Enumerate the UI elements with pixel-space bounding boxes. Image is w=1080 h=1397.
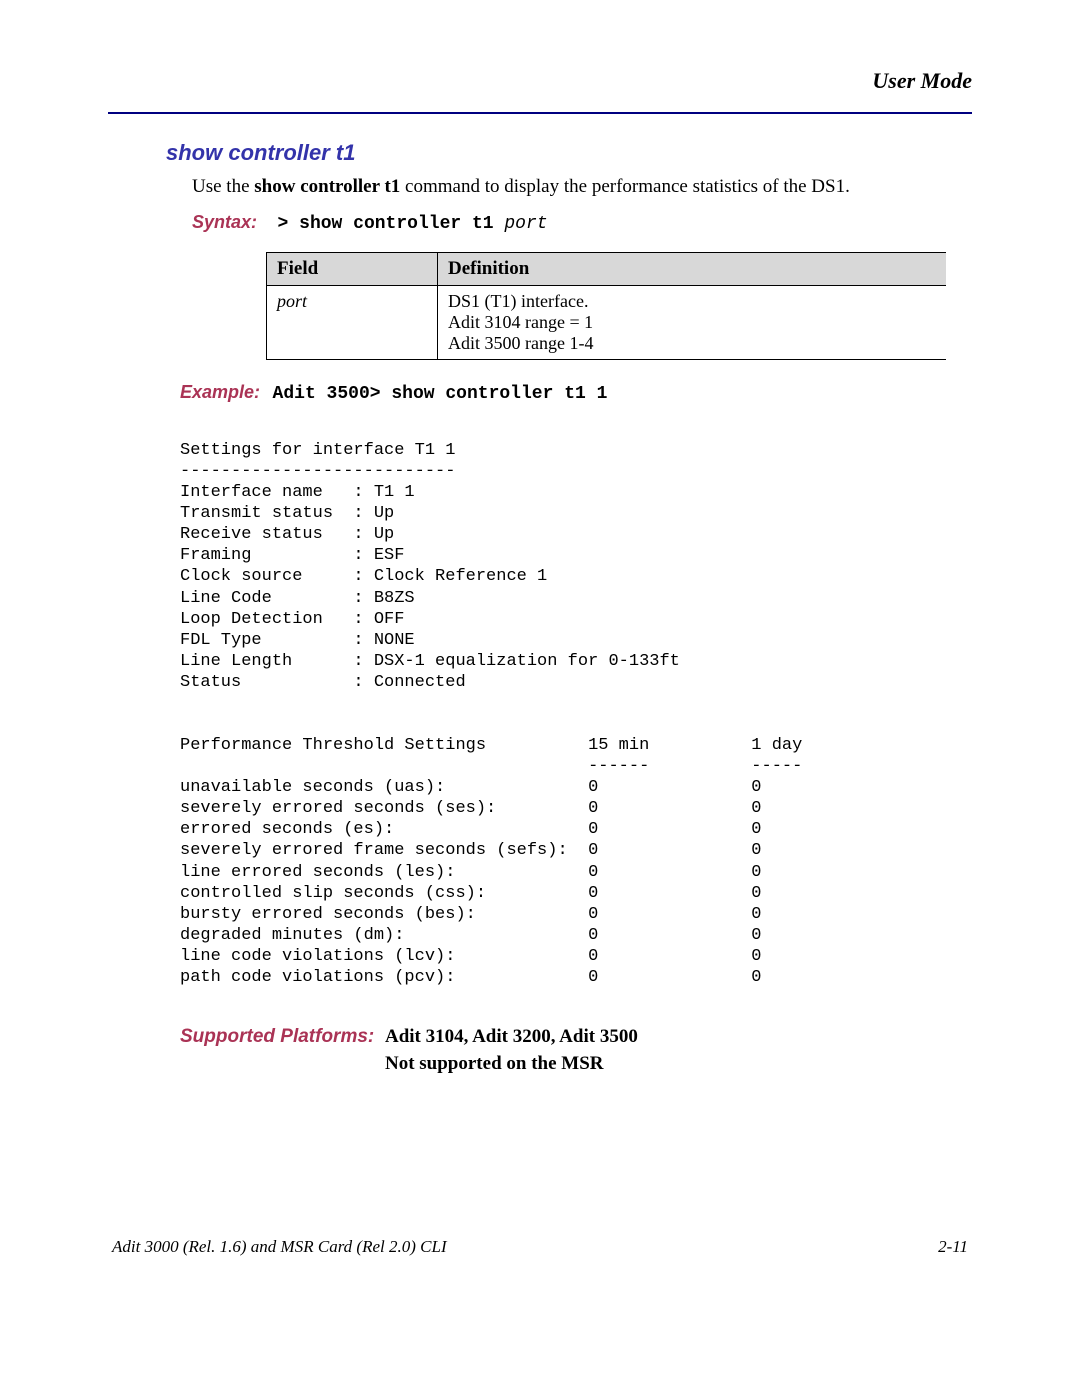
supported-platforms: Supported Platforms: Adit 3104, Adit 320… <box>180 1024 972 1077</box>
example-row: Example: Adit 3500> show controller t1 1 <box>180 382 972 404</box>
syntax-prompt: > <box>278 214 300 234</box>
supported-line2: Not supported on the MSR <box>385 1053 604 1074</box>
param-table: Field Definition port DS1 (T1) interface… <box>266 252 946 360</box>
footer: Adit 3000 (Rel. 1.6) and MSR Card (Rel 2… <box>108 1237 972 1257</box>
content: show controller t1 Use the show controll… <box>166 140 972 1077</box>
param-field: port <box>267 286 438 360</box>
footer-right: 2-11 <box>938 1237 968 1257</box>
command-title: show controller t1 <box>166 140 972 166</box>
cli-output: Settings for interface T1 1 ------------… <box>180 440 972 988</box>
page: User Mode show controller t1 Use the sho… <box>0 0 1080 1297</box>
param-header-field: Field <box>267 253 438 286</box>
param-definition: DS1 (T1) interface. Adit 3104 range = 1 … <box>438 286 947 360</box>
def-line: DS1 (T1) interface. <box>448 291 588 311</box>
intro-prefix: Use the <box>192 176 254 197</box>
def-line: Adit 3104 range = 1 <box>448 312 593 332</box>
param-header-definition: Definition <box>438 253 947 286</box>
def-line: Adit 3500 range 1-4 <box>448 333 593 353</box>
example-text: Adit 3500> show controller t1 1 <box>273 384 608 404</box>
header-rule <box>108 112 972 114</box>
intro-suffix: command to display the performance stati… <box>400 176 850 197</box>
syntax-label: Syntax: <box>192 212 257 232</box>
syntax-command: show controller t1 <box>299 214 504 234</box>
table-row: port DS1 (T1) interface. Adit 3104 range… <box>267 286 947 360</box>
supported-label: Supported Platforms: <box>180 1026 374 1047</box>
intro-text: Use the show controller t1 command to di… <box>192 176 972 198</box>
param-header-row: Field Definition <box>267 253 947 286</box>
syntax-row: Syntax: > show controller t1 port <box>192 212 972 234</box>
syntax-arg: port <box>504 214 547 234</box>
example-label: Example: <box>180 382 260 402</box>
header-section: User Mode <box>108 68 972 94</box>
supported-line1: Adit 3104, Adit 3200, Adit 3500 <box>385 1026 638 1047</box>
intro-command: show controller t1 <box>254 176 400 197</box>
footer-left: Adit 3000 (Rel. 1.6) and MSR Card (Rel 2… <box>112 1237 447 1257</box>
